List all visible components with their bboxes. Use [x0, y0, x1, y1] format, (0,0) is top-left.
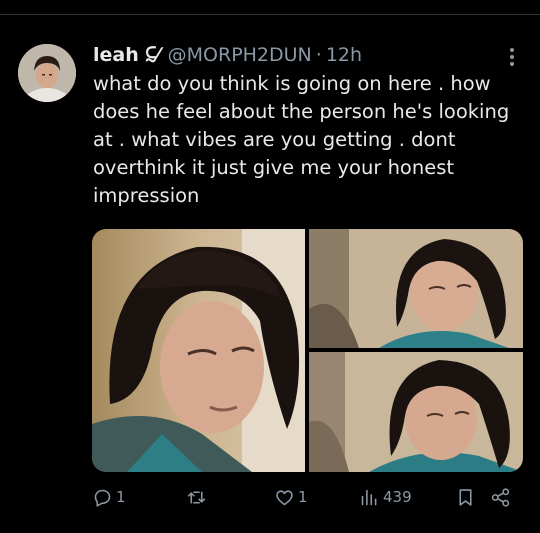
retweet-button[interactable] [186, 485, 210, 509]
action-bar: 1 1 439 [92, 485, 522, 509]
view-count: 439 [383, 488, 412, 506]
views-chart-icon [361, 489, 377, 505]
tweet-header: leah ⫇⁄ @MORPH2DUN · 12h [93, 42, 362, 68]
bookmark-icon [459, 488, 472, 506]
photo [309, 229, 523, 348]
avatar-image [18, 44, 76, 102]
retweet-icon [187, 490, 206, 504]
bookmark-button[interactable] [455, 485, 476, 509]
author-name[interactable]: leah ⫇⁄ [93, 44, 160, 66]
tweet-text: what do you think is going on here . how… [93, 72, 510, 207]
tweet[interactable]: leah ⫇⁄ @MORPH2DUN · 12h what do you thi… [0, 0, 540, 533]
divider [0, 14, 540, 15]
share-icon [491, 487, 510, 507]
photo [309, 352, 523, 472]
heart-icon [276, 489, 293, 505]
author-handle[interactable]: @MORPH2DUN [168, 44, 312, 66]
media-image-1[interactable] [92, 229, 305, 472]
timestamp[interactable]: 12h [326, 44, 362, 66]
separator: · [315, 44, 322, 66]
more-dot [510, 55, 514, 59]
more-options-icon[interactable] [502, 46, 522, 68]
reply-icon [94, 489, 111, 507]
media-image-3[interactable] [309, 352, 523, 472]
media-grid[interactable] [92, 229, 523, 472]
like-count: 1 [298, 488, 308, 506]
media-image-2[interactable] [309, 229, 523, 348]
more-dot [510, 62, 514, 66]
more-dot [510, 48, 514, 52]
reply-button[interactable]: 1 [92, 485, 126, 509]
photo [92, 229, 305, 472]
like-button[interactable]: 1 [274, 485, 308, 509]
reply-count: 1 [116, 488, 126, 506]
share-button[interactable] [490, 485, 511, 509]
avatar[interactable] [18, 44, 76, 102]
views-button[interactable]: 439 [359, 485, 412, 509]
